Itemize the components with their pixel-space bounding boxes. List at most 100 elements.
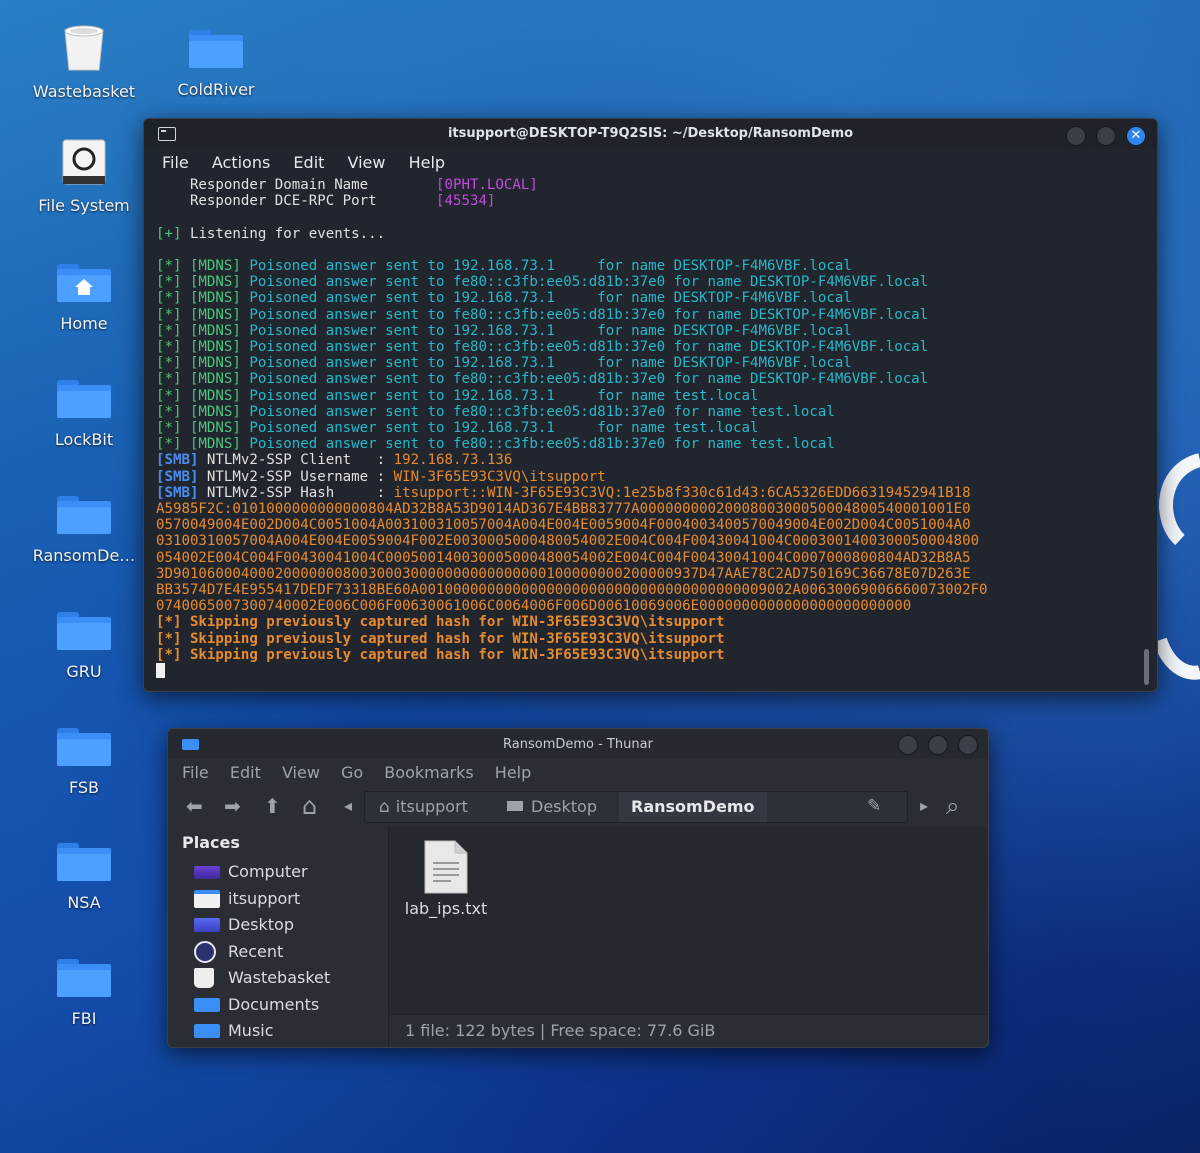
desktop-icon-file-system[interactable]: File System bbox=[24, 138, 144, 215]
menu-edit[interactable]: Edit bbox=[293, 153, 324, 172]
search-icon[interactable]: ⌕ bbox=[946, 793, 959, 819]
breadcrumb: ⌂ itsupport Desktop RansomDemo ✎ bbox=[364, 791, 908, 823]
listening-line: [+] Listening for events... bbox=[156, 225, 386, 242]
file-manager-menubar: File Edit View Go Bookmarks Help bbox=[168, 759, 988, 787]
desktop-icon bbox=[194, 918, 220, 932]
menu-help[interactable]: Help bbox=[495, 763, 531, 782]
desktop-icon-coldriver[interactable]: ColdRiver bbox=[156, 30, 276, 99]
folder-icon bbox=[189, 30, 243, 68]
mdns-line: [*] [MDNS] Poisoned answer sent to 192.1… bbox=[156, 290, 852, 307]
desktop-icon-gru[interactable]: GRU bbox=[24, 612, 144, 681]
sidebar-item-music[interactable]: Music bbox=[168, 1018, 388, 1045]
sidebar-item-wastebasket[interactable]: Wastebasket bbox=[168, 965, 388, 992]
desktop-icon-label: LockBit bbox=[54, 430, 114, 449]
menu-go[interactable]: Go bbox=[341, 763, 363, 782]
desktop-icon-label: NSA bbox=[67, 893, 101, 912]
status-bar: 1 file: 122 bytes | Free space: 77.6 GiB bbox=[389, 1014, 988, 1047]
desktop-icon-label: FSB bbox=[68, 778, 100, 797]
terminal-titlebar[interactable]: itsupport@DESKTOP-T9Q2SIS: ~/Desktop/Ran… bbox=[144, 119, 1157, 149]
menu-file[interactable]: File bbox=[162, 153, 189, 172]
computer-icon bbox=[194, 866, 220, 879]
menu-bookmarks[interactable]: Bookmarks bbox=[384, 763, 473, 782]
clock-icon bbox=[194, 940, 216, 963]
terminal-cursor bbox=[156, 663, 165, 679]
file-item[interactable]: lab_ips.txt bbox=[389, 827, 503, 927]
path-scroll-left-icon[interactable]: ◂ bbox=[344, 793, 352, 819]
home-icon: ⌂ bbox=[379, 797, 390, 817]
minimize-button[interactable] bbox=[1066, 126, 1086, 146]
desktop-icon-wastebasket[interactable]: Wastebasket bbox=[24, 24, 144, 101]
folder-icon bbox=[57, 959, 111, 997]
home-icon[interactable]: ⌂ bbox=[302, 793, 317, 819]
breadcrumb-itsupport[interactable]: ⌂ itsupport bbox=[379, 792, 468, 822]
file-manager-titlebar[interactable]: RansomDemo - Thunar bbox=[168, 729, 988, 759]
menu-edit[interactable]: Edit bbox=[230, 763, 261, 782]
mdns-line: [*] [MDNS] Poisoned answer sent to fe80:… bbox=[156, 403, 835, 420]
minimize-button[interactable] bbox=[898, 735, 918, 755]
file-view[interactable]: lab_ips.txt bbox=[389, 827, 988, 1015]
mdns-line: [*] [MDNS] Poisoned answer sent to fe80:… bbox=[156, 306, 929, 323]
mdns-line: [*] [MDNS] Poisoned answer sent to fe80:… bbox=[156, 274, 929, 291]
hash-line: 0570049004E002D004C0051004A0031003100570… bbox=[156, 517, 971, 534]
close-button[interactable]: ✕ bbox=[1126, 126, 1146, 146]
desktop-icon-fsb[interactable]: FSB bbox=[24, 728, 144, 797]
up-icon[interactable]: ⬆ bbox=[264, 793, 281, 819]
hash-line: 03100310057004A004E004E0059004F002E00300… bbox=[156, 533, 980, 550]
path-scroll-right-icon[interactable]: ▸ bbox=[920, 793, 928, 819]
sidebar-item-desktop[interactable]: Desktop bbox=[168, 912, 388, 939]
desktop-icon-label: FBI bbox=[71, 1009, 97, 1028]
terminal-output[interactable]: Responder Domain Name [0PHT.LOCAL] Respo… bbox=[156, 177, 1137, 683]
desktop-icon-label: GRU bbox=[66, 662, 102, 681]
terminal-scrollbar[interactable] bbox=[1144, 649, 1149, 685]
menu-help[interactable]: Help bbox=[409, 153, 445, 172]
music-icon bbox=[194, 1024, 220, 1038]
places-header: Places bbox=[182, 833, 240, 852]
file-name: lab_ips.txt bbox=[404, 899, 488, 918]
menu-view[interactable]: View bbox=[348, 153, 386, 172]
sidebar-item-documents[interactable]: Documents bbox=[168, 992, 388, 1019]
mdns-line: [*] [MDNS] Poisoned answer sent to 192.1… bbox=[156, 420, 759, 437]
config-line: Responder Domain Name [0PHT.LOCAL] bbox=[156, 177, 538, 193]
menu-view[interactable]: View bbox=[282, 763, 320, 782]
back-icon[interactable]: ⬅ bbox=[186, 793, 203, 819]
mdns-line: [*] [MDNS] Poisoned answer sent to 192.1… bbox=[156, 322, 852, 339]
desktop-icon-lockbit[interactable]: LockBit bbox=[24, 380, 144, 449]
desktop-icon-fbi[interactable]: FBI bbox=[24, 959, 144, 1028]
maximize-button[interactable] bbox=[1096, 126, 1116, 146]
mdns-line: [*] [MDNS] Poisoned answer sent to fe80:… bbox=[156, 371, 929, 388]
home-icon bbox=[194, 889, 220, 908]
desktop-icon-label: File System bbox=[38, 196, 130, 215]
config-line: Responder DCE-RPC Port [45534] bbox=[156, 193, 496, 210]
drive-icon bbox=[62, 139, 106, 185]
skip-line: [*] Skipping previously captured hash fo… bbox=[156, 614, 725, 631]
folder-icon bbox=[57, 496, 111, 534]
menu-file[interactable]: File bbox=[182, 763, 209, 782]
edit-location-icon[interactable]: ✎ bbox=[867, 793, 881, 819]
maximize-button[interactable] bbox=[928, 735, 948, 755]
terminal-window[interactable]: itsupport@DESKTOP-T9Q2SIS: ~/Desktop/Ran… bbox=[143, 118, 1158, 692]
desktop-icon-label: ColdRiver bbox=[177, 80, 255, 99]
breadcrumb-ransomdemo[interactable]: RansomDemo bbox=[619, 792, 767, 822]
sidebar-item-computer[interactable]: Computer bbox=[168, 859, 388, 886]
file-manager-toolbar: ⬅ ➡ ⬆ ⌂ ◂ ⌂ itsupport Desktop RansomDemo … bbox=[168, 787, 988, 828]
trash-icon bbox=[194, 968, 214, 988]
forward-icon[interactable]: ➡ bbox=[224, 793, 241, 819]
sidebar-item-itsupport[interactable]: itsupport bbox=[168, 886, 388, 913]
smb-line: [SMB] NTLMv2-SSP Hash : itsupport::WIN-3… bbox=[156, 484, 971, 501]
desktop-icon-nsa[interactable]: NSA bbox=[24, 843, 144, 912]
skip-line: [*] Skipping previously captured hash fo… bbox=[156, 630, 725, 647]
file-manager-window[interactable]: RansomDemo - Thunar File Edit View Go Bo… bbox=[167, 728, 989, 1048]
terminal-title: itsupport@DESKTOP-T9Q2SIS: ~/Desktop/Ran… bbox=[447, 126, 854, 141]
desktop-icon-ransomdemo[interactable]: RansomDe… bbox=[24, 496, 144, 565]
home-folder-icon bbox=[57, 264, 111, 302]
sidebar-item-recent[interactable]: Recent bbox=[168, 939, 388, 966]
desktop-icon-label: Home bbox=[60, 314, 108, 333]
close-button[interactable] bbox=[958, 735, 978, 755]
menu-actions[interactable]: Actions bbox=[212, 153, 270, 172]
breadcrumb-desktop[interactable]: Desktop bbox=[507, 792, 597, 822]
hash-line: BB3574D7E4E955417DEDF73318BE60A001000000… bbox=[156, 582, 988, 599]
sidebar-places: Places Computer itsupport Desktop Recent… bbox=[168, 827, 389, 1047]
mdns-line: [*] [MDNS] Poisoned answer sent to 192.1… bbox=[156, 355, 852, 372]
desktop-icon-home[interactable]: Home bbox=[24, 264, 144, 333]
hash-line: A5985F2C:0101000000000000804AD32B8A53D90… bbox=[156, 501, 971, 518]
